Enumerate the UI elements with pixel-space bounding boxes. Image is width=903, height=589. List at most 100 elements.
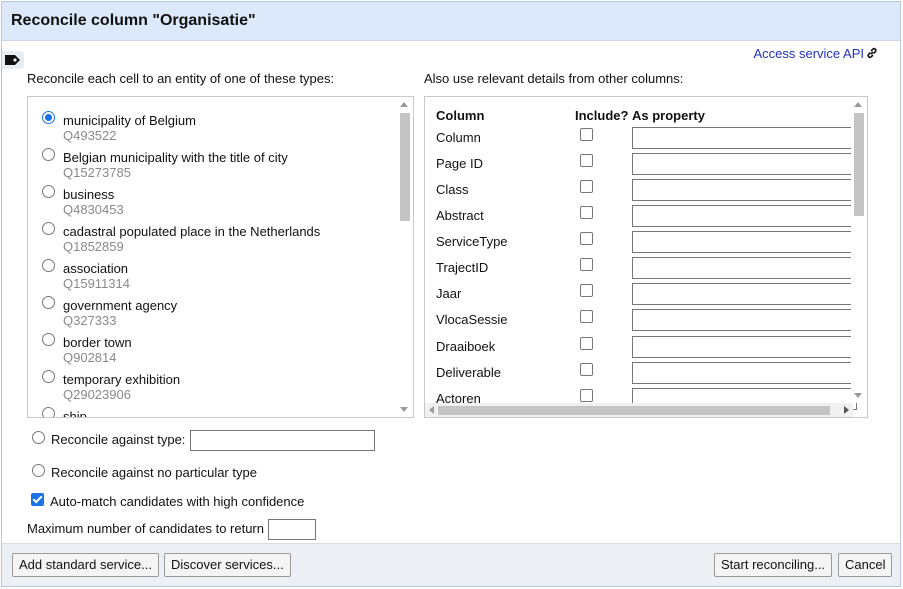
type-radio[interactable] bbox=[42, 185, 55, 198]
scroll-up-icon[interactable] bbox=[400, 102, 408, 107]
include-checkbox[interactable] bbox=[580, 284, 593, 297]
type-name: municipality of Belgium bbox=[63, 113, 196, 128]
type-option[interactable]: ship bbox=[42, 407, 392, 417]
type-qid: Q29023906 bbox=[63, 387, 131, 402]
type-radio[interactable] bbox=[42, 259, 55, 272]
no-type-label: Reconcile against no particular type bbox=[51, 465, 257, 480]
type-name: Belgian municipality with the title of c… bbox=[63, 150, 288, 165]
column-name: ServiceType bbox=[436, 234, 508, 249]
types-scrollbar[interactable] bbox=[397, 97, 413, 417]
type-option[interactable]: cadastral populated place in the Netherl… bbox=[42, 222, 392, 258]
table-row: Draaiboek bbox=[425, 336, 857, 362]
property-input[interactable] bbox=[632, 153, 857, 175]
include-checkbox[interactable] bbox=[580, 180, 593, 193]
type-radio[interactable] bbox=[42, 333, 55, 346]
type-option[interactable]: government agency Q327333 bbox=[42, 296, 392, 332]
property-input[interactable] bbox=[632, 362, 857, 384]
against-type-label: Reconcile against type: bbox=[51, 432, 186, 447]
column-name: Jaar bbox=[436, 286, 462, 301]
table-row: Abstract bbox=[425, 205, 857, 231]
add-standard-service-button[interactable]: Add standard service... bbox=[12, 553, 159, 577]
discover-services-button[interactable]: Discover services... bbox=[164, 553, 291, 577]
tag-icon[interactable] bbox=[2, 51, 24, 69]
type-option[interactable]: Belgian municipality with the title of c… bbox=[42, 148, 392, 184]
include-checkbox[interactable] bbox=[580, 363, 593, 376]
types-list-panel[interactable]: municipality of Belgium Q493522 Belgian … bbox=[27, 96, 414, 418]
types-intro-label: Reconcile each cell to an entity of one … bbox=[27, 71, 335, 86]
type-radio[interactable] bbox=[42, 222, 55, 235]
max-candidates-input[interactable] bbox=[268, 519, 316, 540]
include-checkbox[interactable] bbox=[580, 258, 593, 271]
property-header: As property bbox=[632, 108, 705, 123]
include-checkbox[interactable] bbox=[580, 337, 593, 350]
column-name: Deliverable bbox=[436, 365, 502, 380]
include-checkbox[interactable] bbox=[580, 310, 593, 323]
scroll-down-icon[interactable] bbox=[400, 407, 408, 412]
include-header: Include? bbox=[575, 108, 629, 123]
auto-match-checkbox[interactable] bbox=[31, 493, 44, 506]
column-name: Column bbox=[436, 130, 481, 145]
reconcile-dialog: Reconcile column "Organisatie" Access se… bbox=[1, 1, 901, 587]
against-type-radio[interactable] bbox=[32, 431, 45, 444]
type-radio-selected[interactable] bbox=[42, 111, 55, 124]
property-input[interactable] bbox=[632, 127, 857, 149]
table-row: Jaar bbox=[425, 283, 857, 309]
scroll-down-icon[interactable] bbox=[854, 393, 862, 398]
include-checkbox[interactable] bbox=[580, 128, 593, 141]
type-qid: Q1852859 bbox=[63, 239, 124, 254]
property-input[interactable] bbox=[632, 205, 857, 227]
max-candidates-label: Maximum number of candidates to return bbox=[27, 521, 264, 536]
scroll-up-icon[interactable] bbox=[854, 102, 862, 107]
type-name: cadastral populated place in the Netherl… bbox=[63, 224, 321, 239]
no-type-radio[interactable] bbox=[32, 464, 45, 477]
scroll-thumb[interactable] bbox=[400, 113, 410, 221]
access-service-api-link[interactable]: Access service API bbox=[753, 46, 864, 61]
against-type-input[interactable] bbox=[190, 430, 375, 451]
auto-match-label: Auto-match candidates with high confiden… bbox=[50, 494, 305, 509]
start-reconciling-button[interactable]: Start reconciling... bbox=[714, 553, 833, 577]
type-qid: Q902814 bbox=[63, 350, 117, 365]
include-checkbox[interactable] bbox=[580, 154, 593, 167]
table-row: TrajectID bbox=[425, 257, 857, 283]
type-option[interactable]: municipality of Belgium Q493522 bbox=[42, 111, 392, 147]
property-input[interactable] bbox=[632, 336, 857, 358]
type-option[interactable]: temporary exhibition Q29023906 bbox=[42, 370, 392, 406]
type-name: government agency bbox=[63, 298, 178, 313]
type-name: temporary exhibition bbox=[63, 372, 181, 387]
property-input[interactable] bbox=[632, 179, 857, 201]
property-input[interactable] bbox=[632, 283, 857, 305]
type-option[interactable]: border town Q902814 bbox=[42, 333, 392, 369]
scroll-thumb[interactable] bbox=[438, 406, 830, 415]
type-option[interactable]: association Q15911314 bbox=[42, 259, 392, 295]
type-qid: Q4830453 bbox=[63, 202, 124, 217]
property-input[interactable] bbox=[632, 309, 857, 331]
include-checkbox[interactable] bbox=[580, 232, 593, 245]
scroll-left-icon[interactable] bbox=[429, 406, 434, 414]
column-name: Draaiboek bbox=[436, 339, 496, 354]
table-row: Page ID bbox=[425, 153, 857, 179]
table-row: Class bbox=[425, 179, 857, 205]
columns-horizontal-scrollbar[interactable] bbox=[425, 403, 853, 417]
type-radio[interactable] bbox=[42, 370, 55, 383]
dialog-titlebar[interactable]: Reconcile column "Organisatie" bbox=[2, 2, 900, 41]
scroll-right-icon[interactable] bbox=[844, 406, 849, 414]
type-radio[interactable] bbox=[42, 296, 55, 309]
scroll-thumb[interactable] bbox=[854, 113, 864, 216]
table-row: Deliverable bbox=[425, 362, 857, 388]
table-row: Column bbox=[425, 127, 857, 153]
type-radio[interactable] bbox=[42, 148, 55, 161]
link-icon[interactable] bbox=[866, 47, 878, 62]
type-name: association bbox=[63, 261, 129, 276]
type-name: border town bbox=[63, 335, 132, 350]
cancel-button[interactable]: Cancel bbox=[838, 553, 893, 577]
column-name: Page ID bbox=[436, 156, 483, 171]
columns-vertical-scrollbar[interactable] bbox=[851, 97, 867, 403]
table-row: ServiceType bbox=[425, 231, 857, 257]
type-radio[interactable] bbox=[42, 407, 55, 417]
include-checkbox[interactable] bbox=[580, 206, 593, 219]
property-input[interactable] bbox=[632, 257, 857, 279]
columns-table-panel[interactable]: Column Include? As property Column Page … bbox=[424, 96, 868, 418]
include-checkbox[interactable] bbox=[580, 389, 593, 402]
property-input[interactable] bbox=[632, 231, 857, 253]
type-option[interactable]: business Q4830453 bbox=[42, 185, 392, 221]
